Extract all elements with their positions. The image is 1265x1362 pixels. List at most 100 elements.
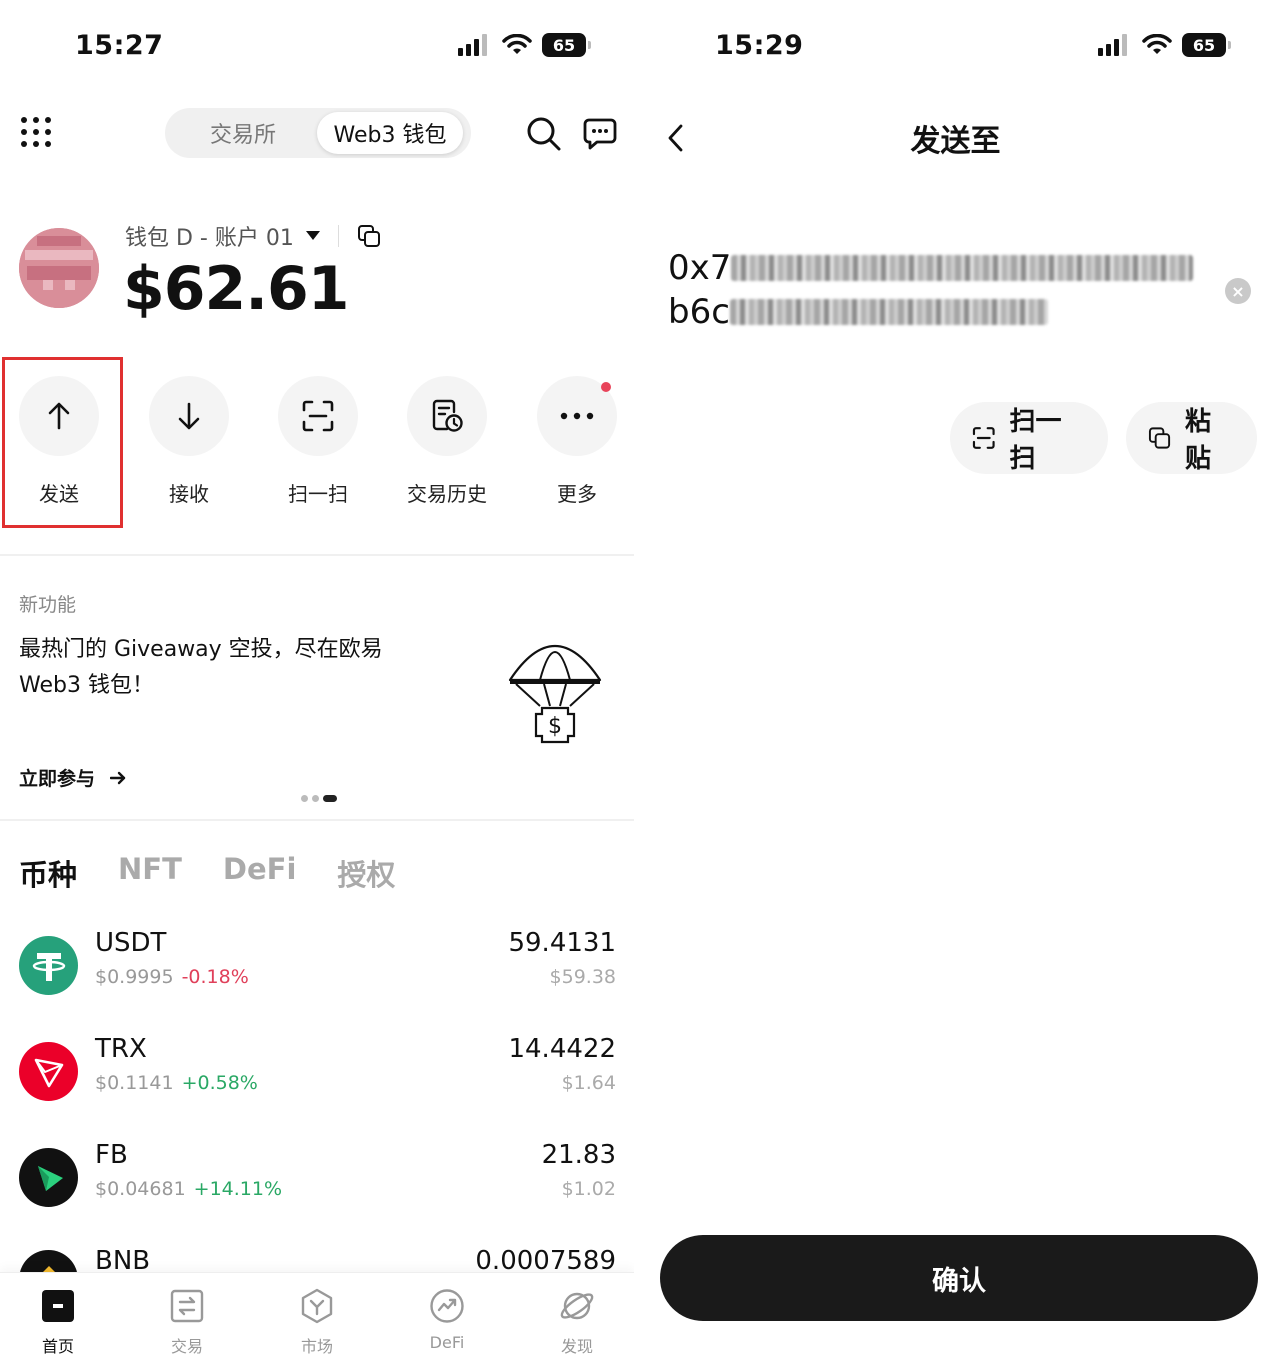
history-label: 交易历史 xyxy=(407,482,487,506)
mode-switch: 交易所 Web3 钱包 xyxy=(165,108,471,158)
asset-amount: 59.4131 xyxy=(508,928,616,958)
asset-row[interactable]: TRX $0.1141 +0.58% 14.4422 $1.64 xyxy=(0,1034,634,1128)
avatar[interactable] xyxy=(19,228,99,308)
battery-icon: 65 xyxy=(542,33,591,57)
wifi-icon xyxy=(1142,34,1172,54)
nav-market[interactable]: 市场 xyxy=(272,1287,362,1357)
scan-button[interactable]: 扫一扫 xyxy=(263,376,373,507)
bottom-nav: 首页 交易 市场 DeFi 发现 xyxy=(0,1272,634,1362)
status-icons: 65 xyxy=(458,33,591,57)
tab-nft[interactable]: NFT xyxy=(118,852,182,894)
carousel-indicator xyxy=(301,795,337,802)
address-input[interactable]: 0x7 b6c xyxy=(668,246,1194,334)
divider xyxy=(0,554,634,556)
more-button[interactable]: 更多 xyxy=(522,376,632,507)
tab-tokens[interactable]: 币种 xyxy=(19,852,77,894)
status-time: 15:29 xyxy=(715,30,804,61)
nav-discover-label: 发现 xyxy=(560,1337,593,1356)
account-selector[interactable]: 钱包 D - 账户 01 xyxy=(125,220,381,252)
confirm-button[interactable]: 确认 xyxy=(660,1235,1258,1321)
tab-approvals[interactable]: 授权 xyxy=(337,852,395,894)
trade-icon xyxy=(170,1289,204,1323)
paste-icon xyxy=(1148,427,1171,449)
address-prefix-line2: b6c xyxy=(668,292,730,332)
asset-amount: 14.4422 xyxy=(508,1034,616,1064)
asset-symbol: FB xyxy=(95,1140,128,1170)
send-button[interactable]: 发送 xyxy=(4,376,114,507)
send-to-screen: 15:29 65 发送至 0x7 b6c × 扫一扫 粘贴 确认 xyxy=(646,0,1265,1362)
asset-row[interactable]: USDT $0.9995 -0.18% 59.4131 $59.38 xyxy=(0,928,634,1022)
asset-price-line: $0.04681 +14.11% xyxy=(95,1178,282,1200)
signal-icon xyxy=(1098,34,1127,56)
nav-defi-label: DeFi xyxy=(429,1333,465,1352)
trx-logo-icon xyxy=(19,1042,78,1101)
nav-trade-label: 交易 xyxy=(170,1337,203,1356)
asset-value: $59.38 xyxy=(549,966,616,988)
scan-button[interactable]: 扫一扫 xyxy=(950,402,1108,474)
asset-price-line: $0.1141 +0.58% xyxy=(95,1072,258,1094)
receive-button[interactable]: 接收 xyxy=(134,376,244,507)
asset-row[interactable]: FB $0.04681 +14.11% 21.83 $1.02 xyxy=(0,1140,634,1234)
total-balance: $62.61 xyxy=(123,254,350,324)
nav-home-label: 首页 xyxy=(41,1337,74,1356)
account-name: 钱包 D - 账户 01 xyxy=(125,226,294,251)
tab-web3-wallet[interactable]: Web3 钱包 xyxy=(317,112,463,154)
nav-market-label: 市场 xyxy=(300,1337,333,1356)
scan-label: 扫一扫 xyxy=(1009,407,1062,474)
asset-symbol: USDT xyxy=(95,928,167,958)
svg-text:$: $ xyxy=(548,714,562,739)
asset-change: +14.11% xyxy=(193,1178,283,1200)
tab-defi[interactable]: DeFi xyxy=(223,852,297,894)
defi-icon xyxy=(430,1289,464,1323)
discover-planet-icon xyxy=(560,1292,594,1320)
send-label: 发送 xyxy=(39,482,79,506)
history-button[interactable]: 交易历史 xyxy=(392,376,502,507)
fb-logo-icon xyxy=(19,1148,78,1207)
more-icon xyxy=(560,412,594,420)
asset-tabs: 币种 NFT DeFi 授权 xyxy=(19,852,395,894)
join-now-label: 立即参与 xyxy=(19,768,96,790)
clear-icon[interactable]: × xyxy=(1225,278,1251,304)
status-icons: 65 xyxy=(1098,33,1231,57)
battery-icon: 65 xyxy=(1182,33,1231,57)
message-icon[interactable] xyxy=(580,114,620,154)
signal-icon xyxy=(458,34,487,56)
status-time: 15:27 xyxy=(75,30,164,61)
apps-grid-icon[interactable] xyxy=(18,114,54,150)
search-icon[interactable] xyxy=(524,114,564,154)
asset-value: $1.64 xyxy=(561,1072,616,1094)
wifi-icon xyxy=(502,34,532,54)
paste-label: 粘贴 xyxy=(1185,407,1212,474)
address-prefix-line1: 0x7 xyxy=(668,248,732,288)
history-icon xyxy=(432,399,463,432)
asset-change: -0.18% xyxy=(181,966,249,988)
arrow-down-icon xyxy=(178,402,200,430)
nav-defi[interactable]: DeFi xyxy=(402,1287,492,1352)
promo-tag: 新功能 xyxy=(19,594,77,616)
nav-discover[interactable]: 发现 xyxy=(532,1287,622,1357)
quick-actions: 发送 接收 扫一扫 交易历史 更多 xyxy=(0,376,634,516)
asset-symbol: TRX xyxy=(95,1034,147,1064)
address-blurred-part xyxy=(731,255,1194,281)
scan-icon xyxy=(302,400,334,432)
home-icon xyxy=(42,1290,74,1322)
tab-exchange[interactable]: 交易所 xyxy=(169,112,317,154)
nav-trade[interactable]: 交易 xyxy=(142,1287,232,1357)
notification-dot xyxy=(601,382,611,392)
scan-label: 扫一扫 xyxy=(288,482,348,506)
scan-icon xyxy=(972,427,995,449)
arrow-up-icon xyxy=(48,402,70,430)
asset-amount: 21.83 xyxy=(541,1140,616,1170)
asset-price: $0.9995 xyxy=(95,966,174,988)
receive-label: 接收 xyxy=(169,482,209,506)
more-label: 更多 xyxy=(557,482,597,506)
copy-icon[interactable] xyxy=(357,224,381,248)
nav-home[interactable]: 首页 xyxy=(13,1287,103,1357)
page-title: 发送至 xyxy=(910,124,1001,159)
market-icon xyxy=(301,1288,333,1324)
paste-button[interactable]: 粘贴 xyxy=(1126,402,1257,474)
asset-price-line: $0.9995 -0.18% xyxy=(95,966,249,988)
join-now-link[interactable]: 立即参与 xyxy=(19,764,126,791)
caret-down-icon xyxy=(305,231,320,240)
asset-change: +0.58% xyxy=(181,1072,258,1094)
